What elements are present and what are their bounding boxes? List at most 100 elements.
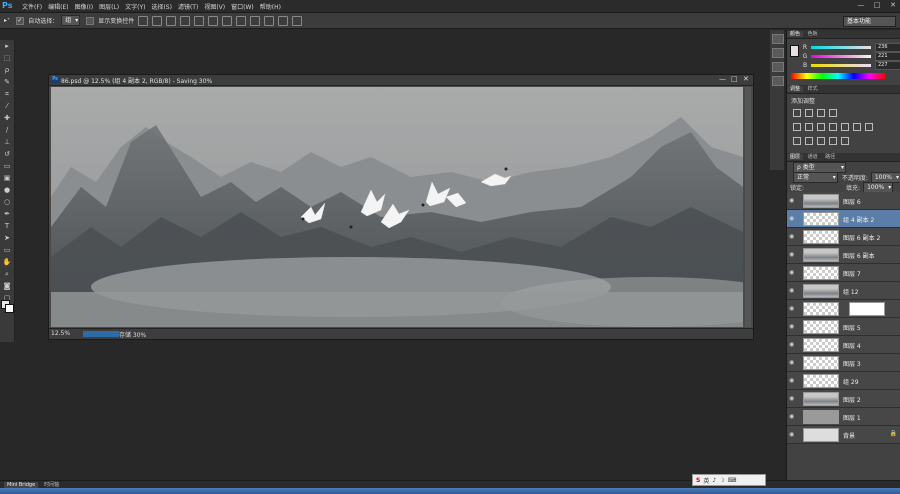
ime-logo-icon[interactable]: S: [696, 477, 700, 484]
photo-filter-icon[interactable]: [841, 123, 849, 131]
layer-name[interactable]: 图层 4: [843, 341, 861, 350]
menu-window[interactable]: 窗口(W): [231, 2, 254, 11]
tab-channels[interactable]: 通道: [805, 154, 821, 160]
paragraph-panel-icon[interactable]: [772, 76, 784, 86]
align-bottom-icon[interactable]: [166, 15, 177, 26]
ime-keyboard-icon[interactable]: ⌨: [728, 477, 737, 484]
layer-row[interactable]: ◉ 图层 5: [787, 318, 900, 336]
gradient-map-icon[interactable]: [829, 137, 837, 145]
red-bar[interactable]: [811, 46, 871, 49]
crop-tool-icon[interactable]: ⌗: [0, 88, 14, 100]
layer-row[interactable]: ◉ 图层 6: [787, 192, 900, 210]
ime-moon-icon[interactable]: ☽: [719, 477, 724, 484]
layer-name[interactable]: 图层 5: [843, 323, 861, 332]
path-select-tool-icon[interactable]: ➤: [0, 232, 14, 244]
layer-row[interactable]: ◉ 组 12: [787, 282, 900, 300]
layer-name[interactable]: 图层 1: [843, 413, 861, 422]
visibility-eye-icon[interactable]: ◉: [789, 323, 794, 330]
blur-tool-icon[interactable]: ●: [0, 184, 14, 196]
align-right-icon[interactable]: [208, 15, 219, 26]
layer-name[interactable]: 图层 6: [843, 197, 861, 206]
current-color-swatch[interactable]: [790, 45, 799, 57]
visibility-eye-icon[interactable]: ◉: [789, 215, 794, 222]
mixer-icon[interactable]: [853, 123, 861, 131]
tab-paths[interactable]: 路径: [822, 154, 838, 160]
align-hcenter-icon[interactable]: [194, 15, 205, 26]
menu-filter[interactable]: 滤镜(T): [178, 2, 198, 11]
stamp-tool-icon[interactable]: ⊥: [0, 136, 14, 148]
layer-row[interactable]: ◉ 图层 7: [787, 264, 900, 282]
tab-adjustments[interactable]: 调整: [787, 86, 804, 92]
layer-name[interactable]: 图层 2: [843, 395, 861, 404]
visibility-eye-icon[interactable]: ◉: [789, 431, 794, 438]
background-color-swatch[interactable]: [5, 304, 14, 313]
distribute-hcenter-icon[interactable]: [278, 15, 289, 26]
visibility-eye-icon[interactable]: ◉: [789, 251, 794, 258]
layer-row[interactable]: ◉: [787, 300, 900, 318]
blue-bar[interactable]: [811, 64, 871, 67]
eraser-tool-icon[interactable]: ▭: [0, 160, 14, 172]
visibility-eye-icon[interactable]: ◉: [789, 287, 794, 294]
align-top-icon[interactable]: [138, 15, 149, 26]
layer-row[interactable]: ◉ 图层 2: [787, 390, 900, 408]
layer-row[interactable]: ◉ 图层 3: [787, 354, 900, 372]
layer-name[interactable]: 组 12: [843, 287, 859, 296]
menu-view[interactable]: 视图(V): [204, 2, 225, 11]
doc-close-button[interactable]: ✕: [743, 75, 749, 83]
workspace-switcher[interactable]: 基本功能: [843, 16, 896, 27]
eyedropper-tool-icon[interactable]: ⁄: [0, 100, 14, 112]
blend-mode-dropdown[interactable]: 正常: [793, 171, 838, 183]
distribute-bottom-icon[interactable]: [250, 15, 261, 26]
close-button[interactable]: ✕: [888, 1, 898, 10]
layer-row[interactable]: ◉ 图层 6 副本: [787, 246, 900, 264]
ime-lang[interactable]: 英: [703, 476, 709, 485]
red-slider[interactable]: R 236: [801, 43, 900, 52]
layer-name[interactable]: 图层 6 副本: [843, 251, 875, 260]
lasso-tool-icon[interactable]: ρ: [0, 64, 14, 76]
lookup-icon[interactable]: [865, 123, 873, 131]
green-slider[interactable]: G 221: [801, 52, 900, 61]
visibility-eye-icon[interactable]: ◉: [789, 305, 794, 312]
distribute-vcenter-icon[interactable]: [236, 15, 247, 26]
invert-icon[interactable]: [793, 137, 801, 145]
auto-select-dropdown[interactable]: 组: [61, 15, 81, 26]
visibility-eye-icon[interactable]: ◉: [789, 359, 794, 366]
levels-icon[interactable]: [805, 109, 813, 117]
fill-field[interactable]: 100%: [863, 181, 894, 193]
gradient-tool-icon[interactable]: ▣: [0, 172, 14, 184]
exposure-icon[interactable]: [829, 109, 837, 117]
menu-edit[interactable]: 编辑(E): [48, 2, 68, 11]
maximize-button[interactable]: □: [872, 1, 882, 10]
distribute-top-icon[interactable]: [222, 15, 233, 26]
curves-icon[interactable]: [817, 109, 825, 117]
menu-type[interactable]: 文字(Y): [125, 2, 145, 11]
ime-sound-icon[interactable]: ♪: [712, 477, 716, 484]
layer-row[interactable]: ◉ 组 4 副本 2: [787, 210, 900, 228]
layer-name[interactable]: 图层 3: [843, 359, 861, 368]
layer-row[interactable]: ◉ 图层 1: [787, 408, 900, 426]
layer-name[interactable]: 图层 6 副本 2: [843, 233, 880, 242]
canvas-scrollbar[interactable]: [745, 87, 751, 327]
move-tool-icon[interactable]: ▸⁺: [4, 17, 10, 24]
move-tool-icon[interactable]: ▸: [0, 40, 14, 52]
align-left-icon[interactable]: [180, 15, 191, 26]
distribute-left-icon[interactable]: [264, 15, 275, 26]
red-value[interactable]: 236: [875, 43, 900, 52]
auto-select-checkbox[interactable]: [16, 16, 25, 25]
visibility-eye-icon[interactable]: ◉: [789, 395, 794, 402]
selective-color-icon[interactable]: [841, 137, 849, 145]
layer-name[interactable]: 图层 7: [843, 269, 861, 278]
visibility-eye-icon[interactable]: ◉: [789, 341, 794, 348]
visibility-eye-icon[interactable]: ◉: [789, 413, 794, 420]
character-panel-icon[interactable]: [772, 62, 784, 72]
quick-select-tool-icon[interactable]: ✎: [0, 76, 14, 88]
document-canvas[interactable]: [51, 87, 743, 327]
pen-tool-icon[interactable]: ✒: [0, 208, 14, 220]
dodge-tool-icon[interactable]: ○: [0, 196, 14, 208]
distribute-right-icon[interactable]: [292, 15, 303, 26]
history-panel-icon[interactable]: [772, 34, 784, 44]
visibility-eye-icon[interactable]: ◉: [789, 269, 794, 276]
history-brush-tool-icon[interactable]: ↺: [0, 148, 14, 160]
layer-mask-thumbnail[interactable]: [849, 302, 885, 316]
menu-select[interactable]: 选择(S): [151, 2, 172, 11]
